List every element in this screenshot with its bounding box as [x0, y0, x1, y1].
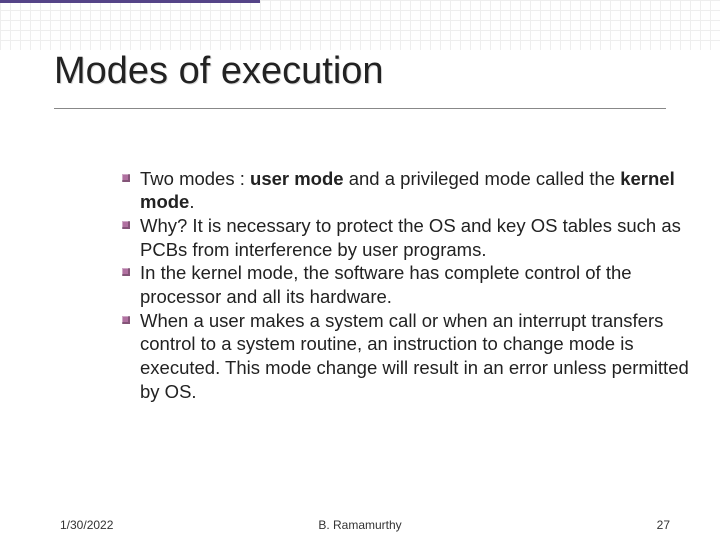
bullet-text: .	[189, 191, 194, 212]
footer-author: B. Ramamurthy	[0, 518, 720, 532]
slide-title: Modes of execution	[54, 50, 384, 93]
decorative-top-line	[0, 0, 260, 3]
bullet-text: In the kernel mode, the software has com…	[140, 262, 632, 307]
bullet-text: Two modes :	[140, 168, 250, 189]
list-item: Why? It is necessary to protect the OS a…	[140, 214, 706, 261]
list-item: When a user makes a system call or when …	[140, 309, 706, 404]
bold-text: user mode	[250, 168, 344, 189]
title-underline	[54, 108, 666, 109]
bullet-text: Why? It is necessary to protect the OS a…	[140, 215, 681, 260]
list-item: Two modes : user mode and a privileged m…	[140, 167, 706, 214]
bullet-list: Two modes : user mode and a privileged m…	[82, 167, 706, 404]
bullet-text: When a user makes a system call or when …	[140, 310, 689, 402]
footer-page-number: 27	[657, 518, 670, 532]
bullet-text: and a privileged mode called the	[344, 168, 621, 189]
decorative-grid	[0, 0, 720, 50]
list-item: In the kernel mode, the software has com…	[140, 261, 706, 308]
